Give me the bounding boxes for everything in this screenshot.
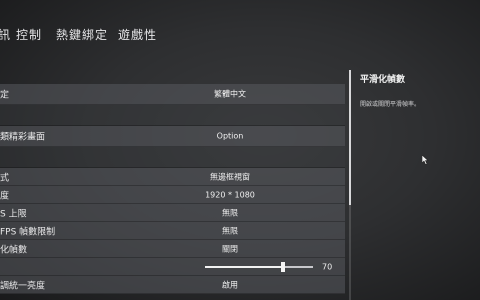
setting-label: S 上限 [0,209,27,219]
setting-row-frame-smoothing[interactable]: 化幀數 關閉 [0,240,345,258]
slider-track[interactable] [205,261,313,272]
setting-label: 類精彩畫面 [0,132,46,143]
mouse-cursor-icon [422,155,429,165]
setting-label: FPS 幀數限制 [0,227,56,237]
slider-thumb[interactable] [280,261,285,272]
tab-controls[interactable]: 控制 [16,26,42,43]
setting-value: 無限 [222,226,238,235]
slider-value: 70 [322,262,333,271]
setting-label: 定 [0,90,10,101]
setting-row-resolution[interactable]: 度 1920 * 1080 [0,186,345,204]
setting-label: 度 [0,191,10,201]
info-title: 平滑化幀數 [360,75,406,85]
setting-row-fps-limit[interactable]: FPS 幀數限制 無限 [0,222,345,240]
setting-value: 無邊框視窗 [210,172,250,181]
info-panel: 平滑化幀數 開啟或關閉平滑幀率。 [360,72,480,108]
info-description: 開啟或關閉平滑幀率。 [360,101,421,108]
scrollbar[interactable] [349,70,351,300]
setting-row-fps-cap[interactable]: S 上限 無限 [0,204,345,222]
tab-gameplay[interactable]: 遊戲性 [118,26,157,43]
setting-value: 啟用 [222,280,238,289]
tab-partial[interactable]: 訊 [0,26,11,43]
setting-row-spacer [0,147,345,168]
setting-row-slider: 70 [0,258,345,276]
setting-label: 式 [0,173,10,183]
setting-label: 調統一亮度 [0,281,46,291]
setting-row-display-mode[interactable]: 式 無邊框視窗 [0,168,345,186]
scrollbar-thumb[interactable] [349,70,351,205]
setting-value: Option [216,131,244,141]
setting-row-highlights[interactable]: 類精彩畫面 Option [0,126,345,147]
setting-value: 關閉 [222,244,238,253]
setting-value: 1920 * 1080 [205,190,255,199]
setting-row-brightness[interactable]: 調統一亮度 啟用 [0,276,345,294]
setting-row-spacer [0,105,345,126]
setting-value: 繁體中文 [214,89,246,99]
setting-value: 無限 [222,208,238,217]
slider-fill [205,265,283,268]
setting-row-language[interactable]: 定 繁體中文 [0,84,345,105]
setting-label: 化幀數 [0,245,28,255]
tab-hotkeys[interactable]: 熱鍵綁定 [56,26,108,43]
